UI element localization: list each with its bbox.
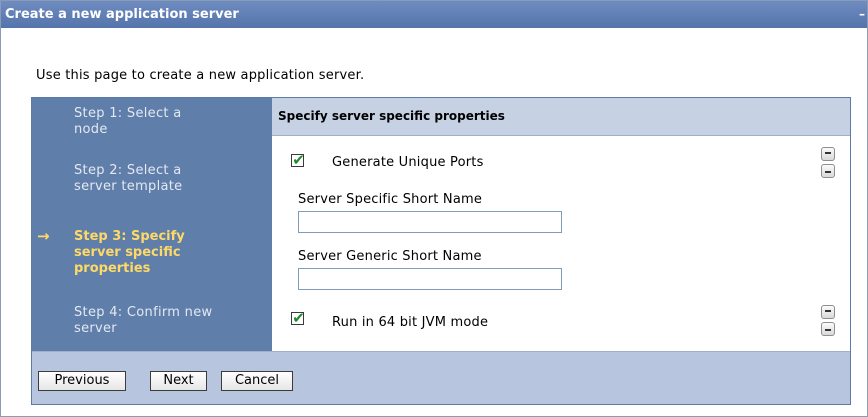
generate-unique-ports-label: Generate Unique Ports xyxy=(332,155,484,170)
server-generic-short-name-input[interactable] xyxy=(298,268,562,290)
wizard-panel: Step 1: Select a node Step 2: Select a s… xyxy=(31,97,851,405)
intro-text: Use this page to create a new applicatio… xyxy=(36,68,365,83)
step-label-line: Step 4: Confirm new xyxy=(74,305,213,320)
step-label-line: properties xyxy=(74,261,151,276)
window-title-bar: Create a new application server – xyxy=(1,1,867,28)
next-button[interactable]: Next xyxy=(150,371,207,391)
step-label-line: server template xyxy=(74,179,183,194)
move-up-icon[interactable] xyxy=(821,147,835,161)
wizard-button-bar: Previous Next Cancel xyxy=(32,351,850,404)
move-down-icon[interactable] xyxy=(821,164,835,178)
step-label-line: Step 1: Select a xyxy=(74,106,182,121)
checkmark-icon: ✔ xyxy=(292,309,305,327)
previous-button[interactable]: Previous xyxy=(38,371,126,391)
wizard-step-1: Step 1: Select a node xyxy=(74,106,264,138)
step-label-line: node xyxy=(74,122,108,137)
step-label-line: server xyxy=(74,321,117,336)
wizard-step-3: Step 3: Specify server specific properti… xyxy=(74,229,264,277)
run-64bit-jvm-label: Run in 64 bit JVM mode xyxy=(332,315,489,330)
step-label-line: Step 2: Select a xyxy=(74,163,182,178)
wizard-step-4: Step 4: Confirm new server xyxy=(74,305,264,337)
current-step-arrow-icon: → xyxy=(37,227,50,245)
server-specific-short-name-input[interactable] xyxy=(298,211,562,233)
checkmark-icon: ✔ xyxy=(292,151,305,169)
step-label-line: Step 3: Specify xyxy=(74,229,185,244)
wizard-step-2: Step 2: Select a server template xyxy=(74,163,264,195)
run-64bit-jvm-checkbox[interactable]: ✔ xyxy=(291,309,305,327)
minimize-icon[interactable]: – xyxy=(855,1,865,28)
step-label-line: server specific xyxy=(74,245,181,260)
wizard-steps-sidebar: Step 1: Select a node Step 2: Select a s… xyxy=(32,98,272,354)
section-title: Specify server specific properties xyxy=(272,98,850,136)
create-app-server-window: Create a new application server – Use th… xyxy=(0,0,868,417)
window-title: Create a new application server xyxy=(5,7,239,22)
move-up-icon[interactable] xyxy=(821,305,835,319)
move-down-icon[interactable] xyxy=(821,322,835,336)
server-specific-short-name-label: Server Specific Short Name xyxy=(298,192,483,207)
server-generic-short-name-label: Server Generic Short Name xyxy=(298,249,482,264)
generate-unique-ports-checkbox[interactable]: ✔ xyxy=(291,151,305,169)
cancel-button[interactable]: Cancel xyxy=(221,371,293,391)
